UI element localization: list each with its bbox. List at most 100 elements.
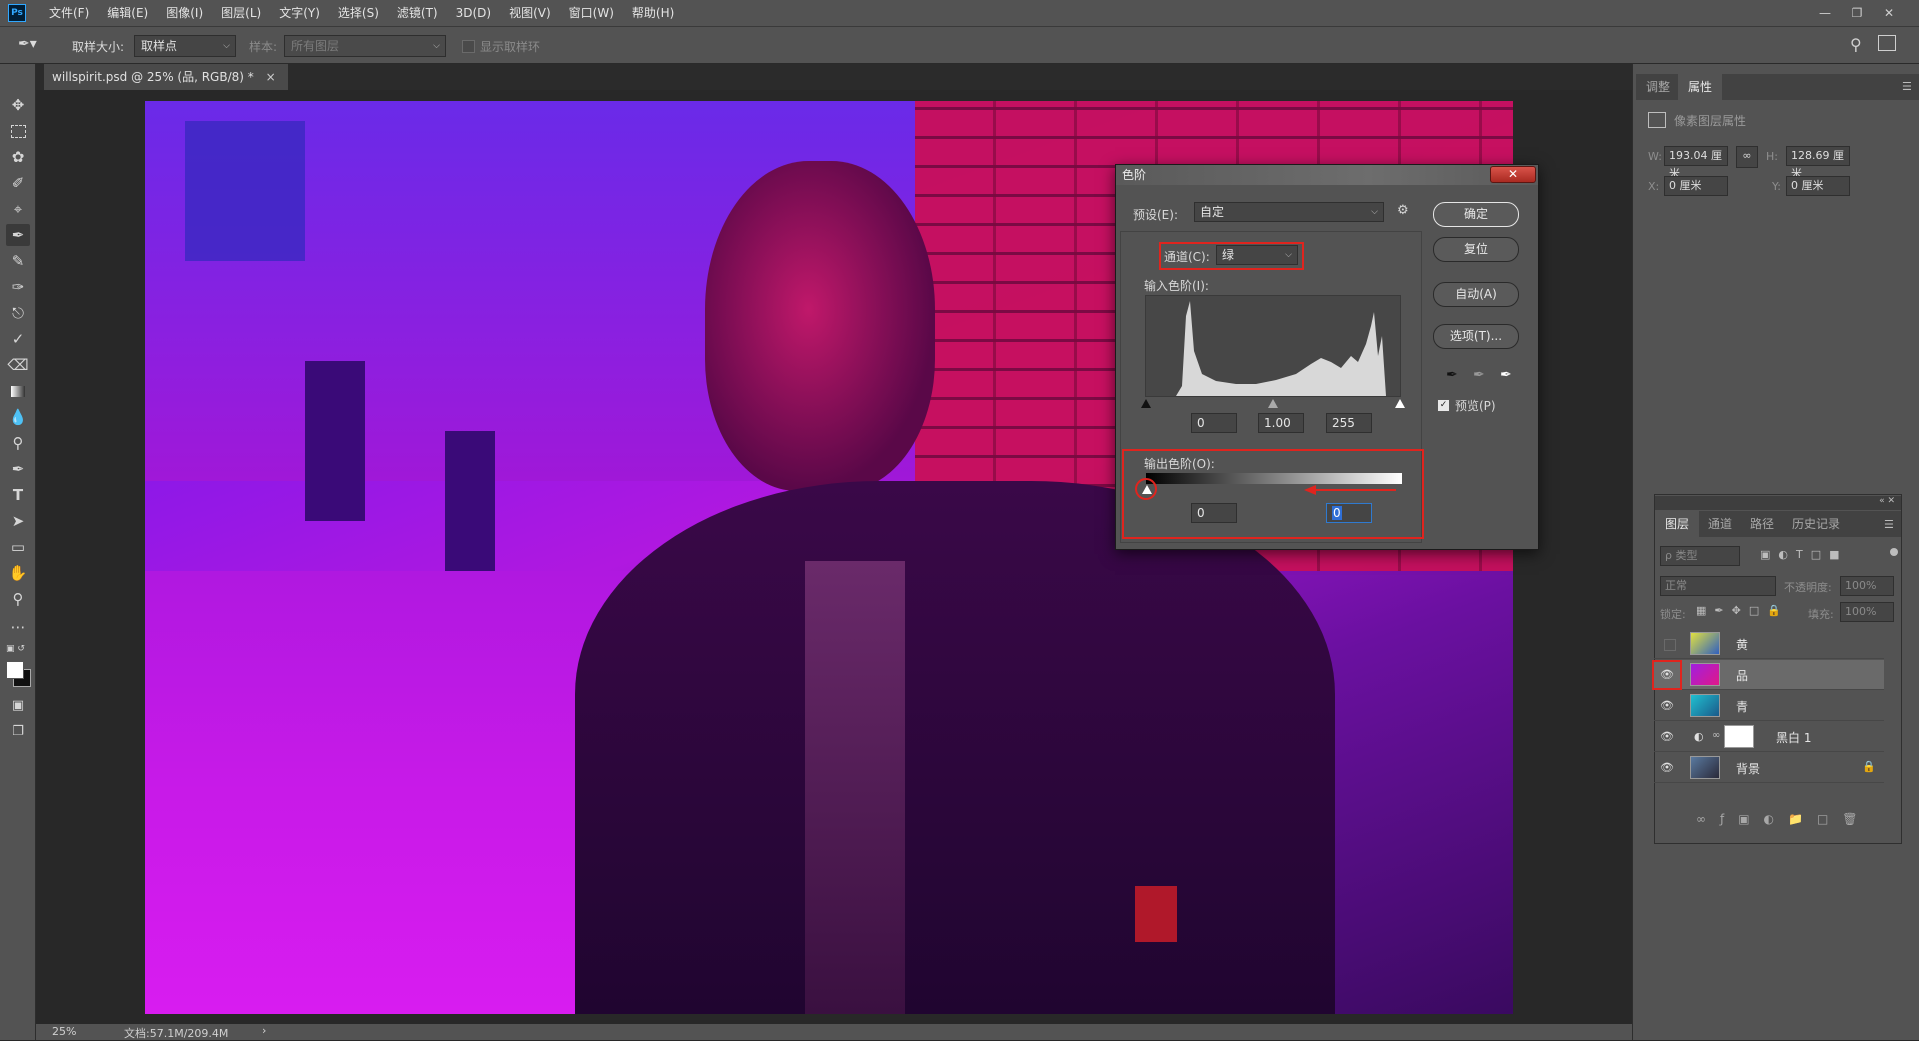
tab-adjustments[interactable]: 调整 bbox=[1636, 74, 1680, 100]
sample-select[interactable]: 所有图层 ⌵ bbox=[284, 35, 446, 57]
menu-image[interactable]: 图像(I) bbox=[157, 0, 212, 26]
eyedropper-tool-icon[interactable]: ✒ bbox=[6, 224, 30, 246]
zoom-level[interactable]: 25% bbox=[52, 1025, 76, 1038]
restore-icon[interactable]: ❐ bbox=[1844, 0, 1870, 26]
panel-menu-icon[interactable]: ☰ bbox=[1902, 80, 1912, 93]
output-white-field[interactable]: 0 bbox=[1326, 503, 1372, 523]
document-tab[interactable]: willspirit.psd @ 25% (品, RGB/8) * × bbox=[44, 64, 288, 90]
hand-tool-icon[interactable]: ✋ bbox=[6, 562, 30, 584]
menu-view[interactable]: 视图(V) bbox=[500, 0, 560, 26]
crop-tool-icon[interactable]: ⌖ bbox=[6, 198, 30, 220]
eye-icon[interactable]: 👁 bbox=[1660, 699, 1674, 713]
reset-button[interactable]: 复位 bbox=[1433, 237, 1519, 262]
input-black-field[interactable]: 0 bbox=[1191, 413, 1237, 433]
menu-filter[interactable]: 滤镜(T) bbox=[388, 0, 447, 26]
tab-properties[interactable]: 属性 bbox=[1678, 74, 1723, 100]
link-icon[interactable]: ∞ bbox=[1736, 146, 1758, 168]
width-field[interactable]: 193.04 厘米 bbox=[1664, 146, 1728, 180]
ok-button[interactable]: 确定 bbox=[1433, 202, 1519, 227]
menu-help[interactable]: 帮助(H) bbox=[623, 0, 683, 26]
workspace-icon[interactable] bbox=[1878, 35, 1896, 51]
eye-icon[interactable]: 👁 bbox=[1660, 730, 1674, 744]
blur-tool-icon[interactable]: 💧 bbox=[6, 406, 30, 428]
tab-layers[interactable]: 图层 bbox=[1655, 511, 1700, 537]
input-black-slider[interactable] bbox=[1141, 399, 1151, 408]
auto-button[interactable]: 自动(A) bbox=[1433, 282, 1519, 307]
preview-checkbox[interactable]: ✓ bbox=[1437, 399, 1450, 412]
gear-icon[interactable]: ⚙ bbox=[1397, 203, 1409, 218]
foreground-color-swatch[interactable] bbox=[6, 661, 24, 679]
layer-row[interactable]: 👁 背景 🔒 bbox=[1654, 753, 1884, 783]
marquee-tool-icon[interactable] bbox=[6, 120, 30, 142]
input-gamma-slider[interactable] bbox=[1268, 399, 1278, 408]
tab-channels[interactable]: 通道 bbox=[1698, 511, 1742, 537]
input-gamma-field[interactable]: 1.00 bbox=[1258, 413, 1304, 433]
search-icon[interactable]: ⚲ bbox=[1850, 35, 1862, 54]
eyedropper-preset-icon[interactable]: ✒▾ bbox=[18, 36, 44, 56]
eraser-tool-icon[interactable]: ⌫ bbox=[6, 354, 30, 376]
type-tool-icon[interactable]: T bbox=[6, 484, 30, 506]
path-selection-tool-icon[interactable]: ➤ bbox=[6, 510, 30, 532]
default-colors-icon[interactable]: ▣ ↺ bbox=[6, 644, 25, 654]
layer-row-selected[interactable]: 👁 品 bbox=[1654, 660, 1884, 690]
output-black-field[interactable]: 0 bbox=[1191, 503, 1237, 523]
show-ring-checkbox[interactable] bbox=[462, 40, 475, 53]
brush-tool-icon[interactable]: ✑ bbox=[6, 276, 30, 298]
preset-select[interactable]: 自定 ⌵ bbox=[1194, 202, 1384, 222]
menu-select[interactable]: 选择(S) bbox=[329, 0, 388, 26]
healing-brush-tool-icon[interactable]: ✎ bbox=[6, 250, 30, 272]
zoom-tool-icon[interactable]: ⚲ bbox=[6, 588, 30, 610]
move-tool-icon[interactable]: ✥ bbox=[6, 94, 30, 116]
history-brush-tool-icon[interactable]: ✓ bbox=[6, 328, 30, 350]
quick-select-tool-icon[interactable]: ✐ bbox=[6, 172, 30, 194]
status-menu-icon[interactable]: › bbox=[262, 1024, 266, 1037]
minimize-icon[interactable]: — bbox=[1812, 0, 1838, 26]
quick-mask-icon[interactable]: ▣ bbox=[6, 694, 30, 716]
filter-toggle-icon[interactable] bbox=[1890, 548, 1898, 556]
menu-layer[interactable]: 图层(L) bbox=[212, 0, 270, 26]
fill-field[interactable]: 100% bbox=[1840, 602, 1894, 622]
y-field[interactable]: 0 厘米 bbox=[1786, 176, 1850, 196]
pen-tool-icon[interactable]: ✒ bbox=[6, 458, 30, 480]
eye-icon[interactable]: 👁 bbox=[1660, 761, 1674, 775]
menu-edit[interactable]: 编辑(E) bbox=[98, 0, 157, 26]
chain-link-icon[interactable]: ∞ bbox=[1712, 730, 1720, 741]
blend-mode-select[interactable]: 正常 bbox=[1660, 576, 1776, 596]
layer-row[interactable]: 黄 bbox=[1654, 629, 1884, 659]
gradient-tool-icon[interactable] bbox=[6, 380, 30, 402]
tab-history[interactable]: 历史记录 bbox=[1782, 511, 1850, 537]
input-white-slider[interactable] bbox=[1395, 399, 1405, 408]
menu-file[interactable]: 文件(F) bbox=[40, 0, 98, 26]
visibility-off-icon[interactable] bbox=[1664, 639, 1676, 651]
layer-row[interactable]: 👁 青 bbox=[1654, 691, 1884, 721]
screen-mode-icon[interactable]: ❐ bbox=[6, 720, 30, 742]
rectangle-tool-icon[interactable]: ▭ bbox=[6, 536, 30, 558]
close-window-icon[interactable]: ✕ bbox=[1876, 0, 1902, 26]
dialog-close-icon[interactable]: ✕ bbox=[1490, 166, 1536, 183]
close-tab-icon[interactable]: × bbox=[266, 70, 276, 84]
lasso-tool-icon[interactable]: ✿ bbox=[6, 146, 30, 168]
menu-window[interactable]: 窗口(W) bbox=[560, 0, 623, 26]
clone-stamp-tool-icon[interactable]: ⎋ bbox=[6, 302, 30, 324]
dodge-tool-icon[interactable]: ⚲ bbox=[6, 432, 30, 454]
layer-actions-icons[interactable]: ∞ƒ▣◐📁□🗑 bbox=[1696, 812, 1872, 826]
layers-menu-icon[interactable]: ☰ bbox=[1884, 518, 1894, 531]
collapse-panel-icon[interactable]: « ✕ bbox=[1655, 496, 1901, 510]
input-white-field[interactable]: 255 bbox=[1326, 413, 1372, 433]
menu-3d[interactable]: 3D(D) bbox=[447, 0, 500, 26]
layer-filter-icons[interactable]: ▣◐T□■ bbox=[1760, 548, 1848, 561]
layer-row[interactable]: 👁 ◐ ∞ 黑白 1 bbox=[1654, 722, 1884, 752]
height-field[interactable]: 128.69 厘米 bbox=[1786, 146, 1850, 180]
black-eyedropper-icon[interactable]: ✒ bbox=[1446, 367, 1458, 383]
more-tools-icon[interactable]: ⋯ bbox=[6, 616, 30, 638]
x-field[interactable]: 0 厘米 bbox=[1664, 176, 1728, 196]
lock-icons[interactable]: ▦✒✥□🔒 bbox=[1696, 604, 1789, 617]
opacity-field[interactable]: 100% bbox=[1840, 576, 1894, 596]
sample-size-select[interactable]: 取样点 ⌵ bbox=[134, 35, 236, 57]
menu-type[interactable]: 文字(Y) bbox=[270, 0, 329, 26]
options-button[interactable]: 选项(T)... bbox=[1433, 324, 1519, 349]
tab-paths[interactable]: 路径 bbox=[1740, 511, 1784, 537]
white-eyedropper-icon[interactable]: ✒ bbox=[1500, 367, 1512, 383]
layer-filter-select[interactable]: ρ 类型 bbox=[1660, 546, 1740, 566]
gray-eyedropper-icon[interactable]: ✒ bbox=[1473, 367, 1485, 383]
